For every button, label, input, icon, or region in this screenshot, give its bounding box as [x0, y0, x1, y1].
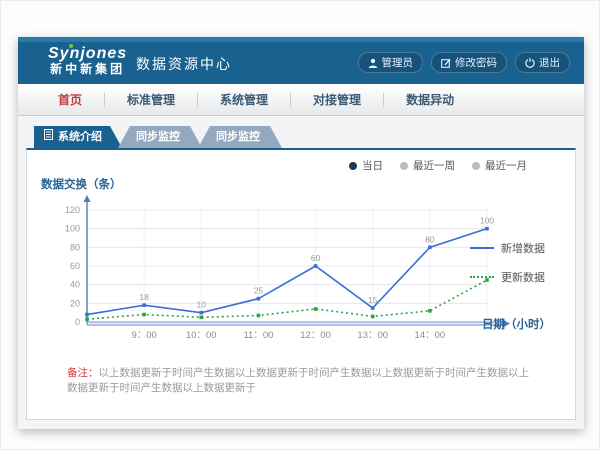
- radio-label: 当日: [362, 158, 383, 173]
- svg-text:11：00: 11：00: [243, 330, 273, 341]
- company-logo: Synjones 新中新集团: [48, 45, 127, 76]
- logo-text: Synjones: [48, 45, 127, 62]
- tab-label: 系统介绍: [58, 126, 102, 148]
- change-password-label: 修改密码: [455, 55, 497, 70]
- document-icon: [44, 126, 53, 148]
- logo-accent-dot: [69, 44, 73, 48]
- svg-text:100: 100: [65, 224, 80, 234]
- exchange-chart: 0 20 40 60 80 100 120 9：00 10：00 11：00 12：00 13：00 1…: [45, 194, 517, 350]
- page-title: 数据资源中心: [136, 54, 232, 74]
- svg-text:10: 10: [197, 300, 207, 310]
- logout-button[interactable]: 退出: [515, 52, 570, 73]
- y-axis-title: 数据交换（条）: [41, 176, 122, 192]
- chart-panel: 当日 最近一周 最近一月 数据交换（条） 0 20 40 60 80 100 120 9：00…: [26, 148, 576, 420]
- logout-label: 退出: [539, 55, 560, 70]
- tab-sync-monitor-2[interactable]: 同步监控: [198, 126, 282, 148]
- radio-label: 最近一月: [485, 158, 527, 173]
- svg-text:40: 40: [70, 280, 80, 290]
- svg-text:13：00: 13：00: [357, 330, 388, 341]
- radio-dot: [400, 162, 408, 170]
- svg-text:18: 18: [139, 292, 149, 302]
- radio-dot: [349, 162, 357, 170]
- main-nav: 首页 标准管理 系统管理 对接管理 数据异动: [18, 84, 584, 116]
- nav-item-standard-mgmt[interactable]: 标准管理: [105, 91, 197, 108]
- svg-text:14：00: 14：00: [415, 330, 446, 341]
- nav-item-home[interactable]: 首页: [36, 91, 104, 108]
- logo-subtext: 新中新集团: [48, 62, 127, 76]
- content-area: 系统介绍 同步监控 同步监控 当日 最近一周: [18, 116, 584, 420]
- logo-wordmark: Synjones: [48, 45, 127, 62]
- legend-item-new-data[interactable]: 新增数据: [470, 240, 545, 256]
- dotted-line-swatch: [470, 276, 494, 278]
- edit-icon: [441, 58, 451, 68]
- radio-last-week[interactable]: 最近一周: [400, 158, 455, 173]
- user-button[interactable]: 管理员: [358, 52, 424, 73]
- svg-text:120: 120: [65, 205, 80, 215]
- power-icon: [525, 58, 535, 68]
- svg-text:25: 25: [254, 286, 264, 296]
- solid-line-swatch: [470, 247, 494, 249]
- svg-text:80: 80: [425, 234, 435, 244]
- chart-container: 0 20 40 60 80 100 120 9：00 10：00 11：00 12：00 13：00 1…: [45, 194, 517, 355]
- footnote-prefix: 备注：: [67, 367, 99, 379]
- tab-bar: 系统介绍 同步监控 同步监控: [26, 126, 576, 148]
- header: Synjones 新中新集团 数据资源中心 管理员 修改密码: [18, 42, 584, 84]
- svg-text:9：00: 9：00: [131, 330, 156, 341]
- time-range-filters: 当日 最近一周 最近一月: [349, 158, 527, 173]
- footnote-text: 以上数据更新于时间产生数据以上数据更新于时间产生数据以上数据更新于时间产生数据以…: [67, 367, 529, 394]
- change-password-button[interactable]: 修改密码: [431, 52, 507, 73]
- svg-text:0: 0: [75, 317, 80, 327]
- radio-dot: [472, 162, 480, 170]
- radio-today[interactable]: 当日: [349, 158, 383, 173]
- legend-label: 更新数据: [501, 269, 545, 285]
- app-window: Synjones 新中新集团 数据资源中心 管理员 修改密码: [18, 37, 584, 429]
- legend-label: 新增数据: [501, 240, 545, 256]
- tab-system-intro[interactable]: 系统介绍: [34, 126, 122, 148]
- tab-sync-monitor-1[interactable]: 同步监控: [118, 126, 202, 148]
- user-icon: [368, 58, 378, 68]
- svg-text:60: 60: [70, 261, 80, 271]
- radio-last-month[interactable]: 最近一月: [472, 158, 527, 173]
- radio-label: 最近一周: [413, 158, 455, 173]
- svg-text:100: 100: [480, 216, 494, 226]
- header-buttons: 管理员 修改密码 退出: [358, 52, 571, 73]
- screen: Synjones 新中新集团 数据资源中心 管理员 修改密码: [0, 0, 600, 450]
- nav-item-system-mgmt[interactable]: 系统管理: [198, 91, 290, 108]
- footnote: 备注：以上数据更新于时间产生数据以上数据更新于时间产生数据以上数据更新于时间产生…: [67, 366, 537, 396]
- nav-item-interface-mgmt[interactable]: 对接管理: [291, 91, 383, 108]
- chart-legend: 新增数据 更新数据: [470, 240, 545, 285]
- legend-item-update-data[interactable]: 更新数据: [470, 269, 545, 285]
- user-button-label: 管理员: [382, 55, 414, 70]
- nav-item-data-change[interactable]: 数据异动: [384, 91, 476, 108]
- x-axis-title: 日期（小时）: [482, 316, 551, 332]
- svg-text:60: 60: [311, 253, 321, 263]
- svg-text:20: 20: [70, 298, 80, 308]
- svg-text:12：00: 12：00: [300, 330, 331, 341]
- svg-text:80: 80: [70, 242, 80, 252]
- svg-text:10：00: 10：00: [186, 330, 217, 341]
- svg-text:15: 15: [368, 295, 378, 305]
